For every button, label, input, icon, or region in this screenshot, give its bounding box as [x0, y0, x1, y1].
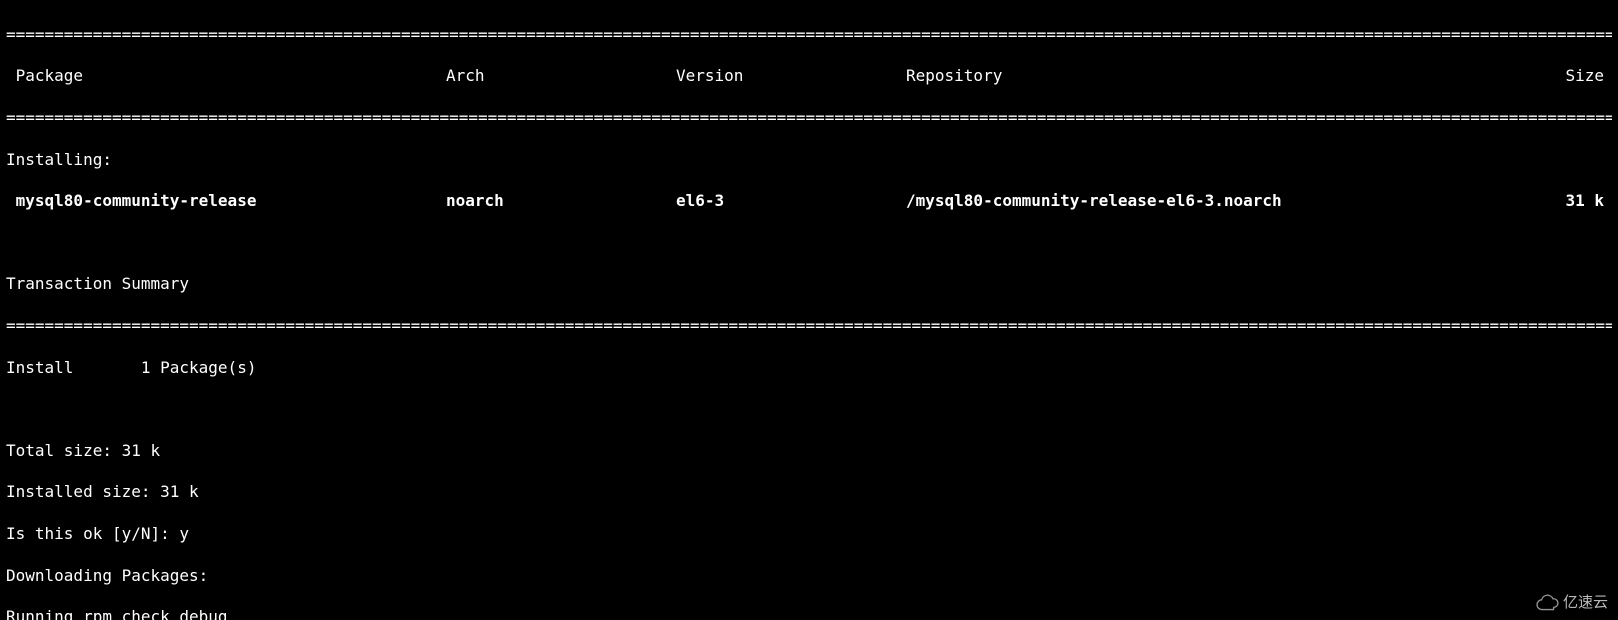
col-header-size: Size — [1514, 66, 1612, 87]
watermark: 亿速云 — [1533, 593, 1608, 613]
confirm-prompt-line: Is this ok [y/N]: y — [6, 524, 1612, 545]
col-header-package: Package — [6, 66, 446, 87]
table-header-row: Package Arch Version Repository Size — [6, 66, 1612, 87]
col-header-repository: Repository — [906, 66, 1514, 87]
install-count-line: Install 1 Package(s) — [6, 358, 1612, 379]
divider: ========================================… — [6, 316, 1612, 337]
cell-arch: noarch — [446, 191, 676, 212]
col-header-version: Version — [676, 66, 906, 87]
cell-version: el6-3 — [676, 191, 906, 212]
cloud-icon — [1533, 593, 1559, 611]
terminal-output[interactable]: ========================================… — [0, 0, 1618, 620]
blank-line — [6, 399, 1612, 420]
rpm-check-line: Running rpm_check_debug — [6, 607, 1612, 620]
cell-package: mysql80-community-release — [6, 191, 446, 212]
transaction-summary-label: Transaction Summary — [6, 274, 1612, 295]
installing-label: Installing: — [6, 150, 1612, 171]
blank-line — [6, 233, 1612, 254]
divider: ========================================… — [6, 25, 1612, 46]
divider: ========================================… — [6, 108, 1612, 129]
cell-size: 31 k — [1514, 191, 1612, 212]
col-header-arch: Arch — [446, 66, 676, 87]
total-size-line: Total size: 31 k — [6, 441, 1612, 462]
cell-repository: /mysql80-community-release-el6-3.noarch — [906, 191, 1514, 212]
table-row: mysql80-community-release noarch el6-3 /… — [6, 191, 1612, 212]
watermark-text: 亿速云 — [1563, 593, 1608, 613]
installed-size-line: Installed size: 31 k — [6, 482, 1612, 503]
downloading-line: Downloading Packages: — [6, 566, 1612, 587]
